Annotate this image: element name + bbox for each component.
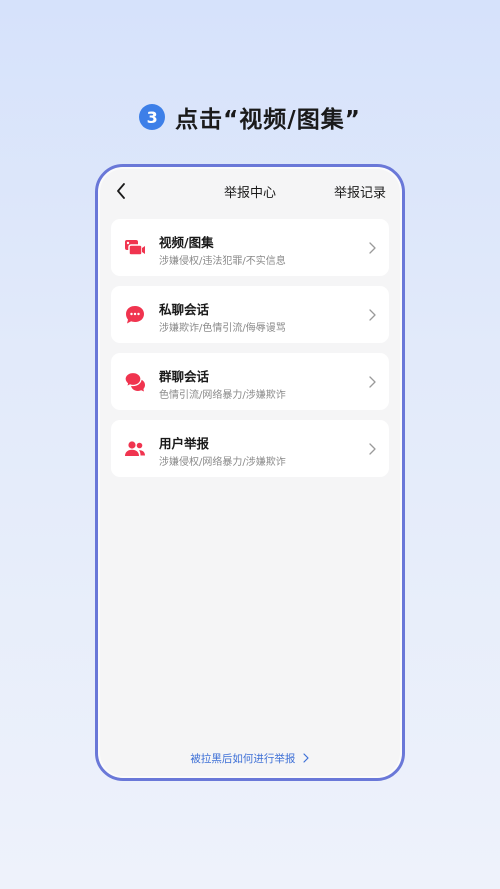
video-gallery-icon <box>123 236 147 260</box>
chevron-right-icon <box>369 443 376 455</box>
report-item-user[interactable]: 用户举报 涉嫌侵权/网络暴力/涉嫌欺诈 <box>111 420 389 477</box>
item-subtitle: 涉嫌侵权/网络暴力/涉嫌欺诈 <box>159 457 286 468</box>
report-item-group-chat[interactable]: 群聊会话 色情引流/网络暴力/涉嫌欺诈 <box>111 353 389 410</box>
blocked-report-help-link[interactable]: 被拉黑后如何进行举报 <box>98 751 402 766</box>
chevron-right-icon <box>369 376 376 388</box>
nav-bar: 举报中心 举报记录 <box>98 167 402 215</box>
chevron-right-icon <box>303 753 309 763</box>
item-title: 私聊会话 <box>159 302 210 317</box>
users-icon <box>123 437 147 461</box>
report-records-link[interactable]: 举报记录 <box>334 182 386 201</box>
chevron-right-icon <box>369 309 376 321</box>
item-title: 用户举报 <box>159 436 210 451</box>
step-header: 3 点击“视频/图集” <box>0 100 500 134</box>
item-subtitle: 色情引流/网络暴力/涉嫌欺诈 <box>159 390 286 401</box>
group-chat-icon <box>123 370 147 394</box>
private-chat-icon <box>123 303 147 327</box>
chevron-right-icon <box>369 242 376 254</box>
item-subtitle: 涉嫌侵权/违法犯罪/不实信息 <box>159 256 286 267</box>
item-title: 视频/图集 <box>159 235 214 250</box>
item-subtitle: 涉嫌欺诈/色情引流/侮辱谩骂 <box>159 323 286 334</box>
report-category-list: 视频/图集 涉嫌侵权/违法犯罪/不实信息 私聊会话 涉嫌欺诈/色情引流/侮辱谩骂 <box>111 219 389 487</box>
step-instruction: 点击“视频/图集” <box>175 107 361 133</box>
report-item-video-gallery[interactable]: 视频/图集 涉嫌侵权/违法犯罪/不实信息 <box>111 219 389 276</box>
phone-frame: 举报中心 举报记录 视频/图集 涉嫌侵权/违法犯罪/不实信息 私聊会话 涉嫌欺诈… <box>95 164 405 781</box>
item-title: 群聊会话 <box>159 369 210 384</box>
report-item-private-chat[interactable]: 私聊会话 涉嫌欺诈/色情引流/侮辱谩骂 <box>111 286 389 343</box>
step-number-badge: 3 <box>139 104 166 130</box>
help-link-text: 被拉黑后如何进行举报 <box>190 753 296 765</box>
